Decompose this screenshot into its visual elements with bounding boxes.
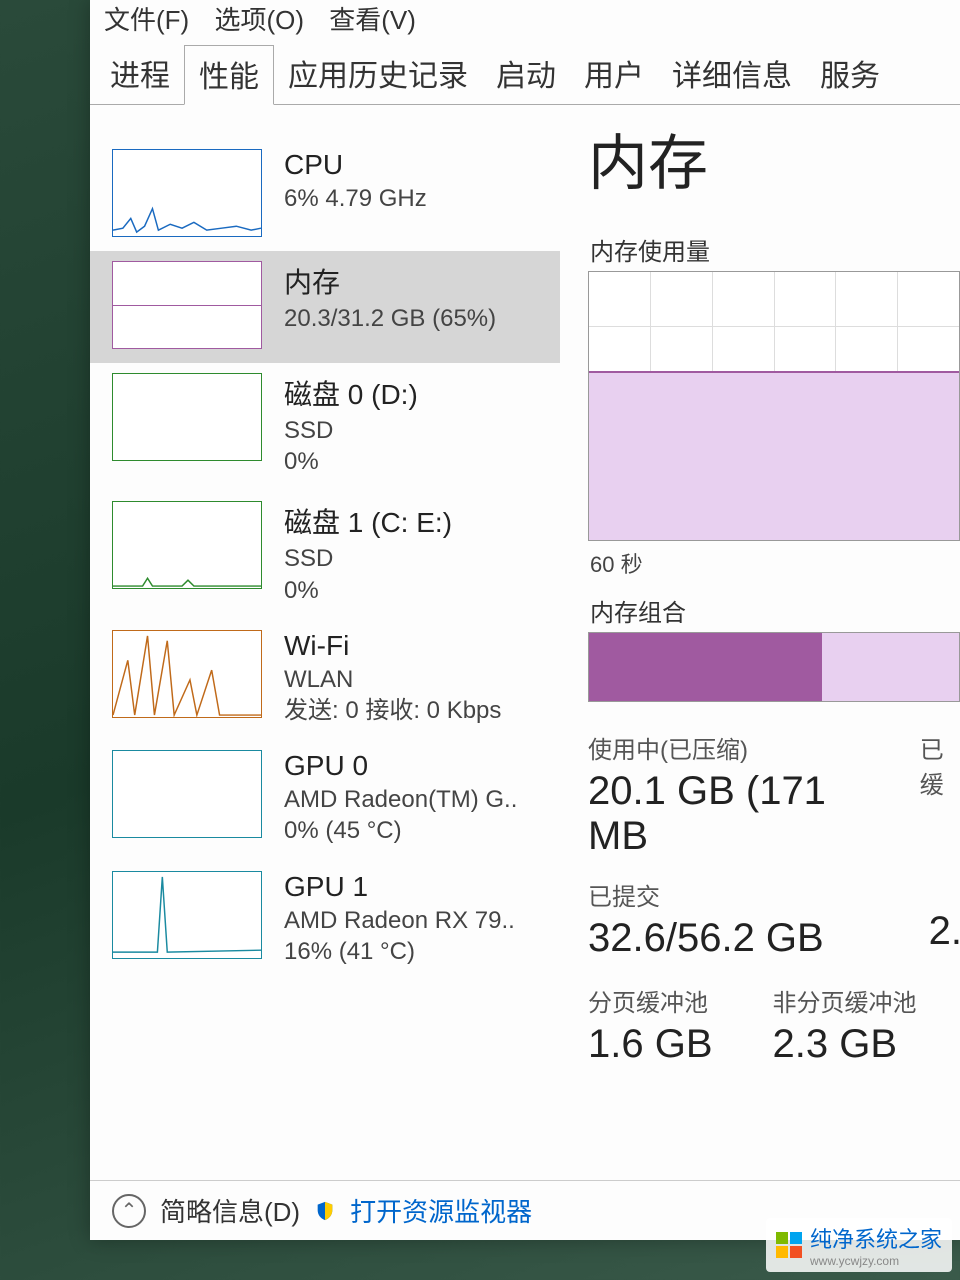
sidebar-item-gpu0[interactable]: GPU 0 AMD Radeon(TM) G.. 0% (45 °C) [90, 740, 560, 860]
disk-sparkline-icon [112, 501, 262, 589]
watermark: 纯净系统之家 www.ycwjzy.com [766, 1218, 952, 1272]
watermark-url: www.ycwjzy.com [810, 1254, 942, 1268]
tab-services[interactable]: 服务 [806, 45, 894, 104]
task-manager-window: 文件(F) 选项(O) 查看(V) 进程 性能 应用历史记录 启动 用户 详细信… [90, 0, 960, 1240]
tab-performance[interactable]: 性能 [184, 45, 274, 105]
memory-usage-chart [588, 271, 960, 541]
sidebar-item-label: GPU 1 [284, 871, 515, 903]
disk-sparkline-icon [112, 373, 262, 461]
menu-file[interactable]: 文件(F) [104, 5, 189, 35]
sidebar-item-gpu1[interactable]: GPU 1 AMD Radeon RX 79.. 16% (41 °C) [90, 861, 560, 981]
sidebar-item-sub2: 16% (41 °C) [284, 936, 515, 967]
stat-nonpaged: 非分页缓冲池 2.3 GB [773, 983, 917, 1067]
shield-icon [314, 1200, 336, 1222]
sidebar-item-sub: 6% 4.79 GHz [284, 183, 427, 214]
sidebar-item-sub: WLAN [284, 664, 501, 695]
sidebar-item-cpu[interactable]: CPU 6% 4.79 GHz [90, 139, 560, 251]
sidebar-item-sub: 20.3/31.2 GB (65%) [284, 303, 496, 334]
composition-label: 内存组合 [590, 593, 960, 628]
memory-composition-bar [588, 632, 960, 702]
stat-cached: 已缓 [920, 730, 960, 859]
sidebar-item-memory[interactable]: 内存 20.3/31.2 GB (65%) [90, 251, 560, 363]
wifi-sparkline-icon [112, 630, 262, 718]
gpu-sparkline-icon [112, 871, 262, 959]
brief-info-link[interactable]: 简略信息(D) [160, 1192, 300, 1229]
main-panel: 内存 内存使用量 60 秒 内存组合 使用中(已压缩) 20.1 GB (171… [560, 105, 960, 1235]
menu-options[interactable]: 选项(O) [214, 5, 304, 35]
sidebar-item-sub2: 发送: 0 接收: 0 Kbps [284, 695, 501, 726]
stat-paged: 分页缓冲池 1.6 GB [588, 983, 713, 1067]
sidebar-item-sub: AMD Radeon(TM) G.. [284, 784, 517, 815]
stat-committed: 已提交 32.6/56.2 GB [588, 877, 824, 961]
tab-details[interactable]: 详细信息 [658, 45, 806, 104]
sidebar-item-label: 磁盘 1 (C: E:) [284, 501, 452, 541]
sidebar-item-sub2: 0% [284, 575, 452, 606]
menubar: 文件(F) 选项(O) 查看(V) [90, 0, 960, 43]
gpu-sparkline-icon [112, 750, 262, 838]
chart-time-axis: 60 秒 [590, 547, 960, 579]
tabbar: 进程 性能 应用历史记录 启动 用户 详细信息 服务 [90, 43, 960, 105]
tab-apphistory[interactable]: 应用历史记录 [274, 45, 482, 104]
sidebar-item-disk0[interactable]: 磁盘 0 (D:) SSD 0% [90, 363, 560, 491]
sidebar-item-sub: SSD [284, 543, 452, 574]
page-title: 内存 [588, 115, 960, 202]
sidebar-item-sub2: 0% (45 °C) [284, 815, 517, 846]
sidebar-item-wifi[interactable]: Wi-Fi WLAN 发送: 0 接收: 0 Kbps [90, 620, 560, 740]
menu-view[interactable]: 查看(V) [329, 5, 416, 35]
sidebar-item-sub2: 0% [284, 446, 418, 477]
sidebar-item-sub: SSD [284, 415, 418, 446]
sidebar-item-label: 磁盘 0 (D:) [284, 373, 418, 413]
memory-sparkline-icon [112, 261, 262, 349]
stat-in-use: 使用中(已压缩) 20.1 GB (171 MB [588, 730, 860, 859]
tab-processes[interactable]: 进程 [96, 45, 184, 104]
chevron-up-icon[interactable]: ⌃ [112, 1194, 146, 1228]
sidebar-item-label: 内存 [284, 261, 496, 301]
cpu-sparkline-icon [112, 149, 262, 237]
open-resource-monitor-link[interactable]: 打开资源监视器 [350, 1192, 532, 1229]
chart-label: 内存使用量 [590, 232, 960, 267]
sidebar-item-label: Wi-Fi [284, 630, 501, 662]
sidebar-item-label: CPU [284, 149, 427, 181]
sidebar-item-label: GPU 0 [284, 750, 517, 782]
watermark-name: 纯净系统之家 [810, 1227, 942, 1252]
sidebar-item-sub: AMD Radeon RX 79.. [284, 905, 515, 936]
sidebar-item-disk1[interactable]: 磁盘 1 (C: E:) SSD 0% [90, 491, 560, 619]
windows-logo-icon [776, 1232, 802, 1258]
tab-startup[interactable]: 启动 [482, 45, 570, 104]
tab-users[interactable]: 用户 [570, 45, 658, 104]
stat-col3-val: 2. [929, 877, 960, 961]
performance-sidebar: CPU 6% 4.79 GHz 内存 20.3/31.2 GB (65%) 磁盘… [90, 105, 560, 1235]
